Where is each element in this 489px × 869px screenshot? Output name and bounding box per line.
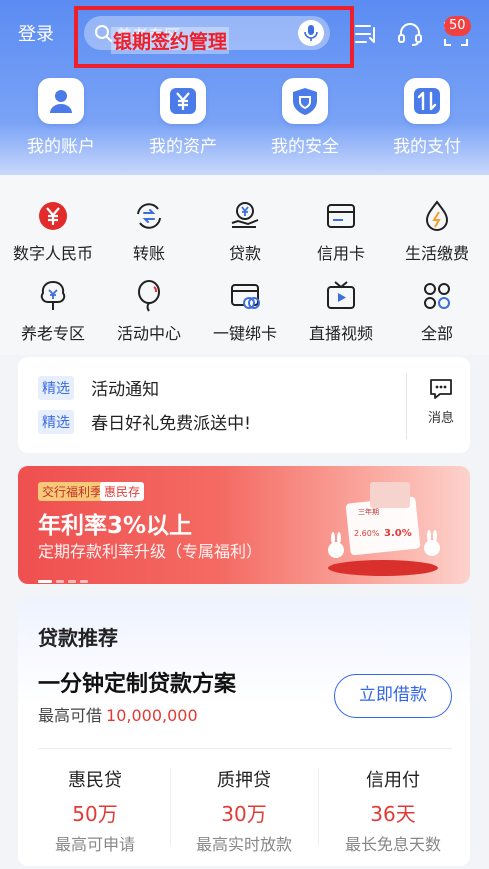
notice-text: 活动通知: [91, 380, 160, 400]
header: 登录 养老专区 银期签约管理 我的账户 我的资产 我的安全 我的支付: [0, 0, 489, 175]
loan-product-name: 惠民贷: [68, 770, 122, 791]
loan-product-desc: 最长免息天数: [344, 835, 441, 854]
divider: [38, 748, 452, 749]
loan-section-title: 贷款推荐: [38, 626, 118, 650]
all-icon: [424, 283, 450, 309]
yen-icon: [170, 88, 196, 114]
bind-card-icon: [231, 284, 260, 309]
person-icon: [50, 90, 72, 113]
divider: [318, 768, 319, 846]
loan-headline: 一分钟定制贷款方案: [38, 672, 237, 697]
service-label: 信用卡: [316, 244, 365, 263]
action-icon-box: [404, 78, 450, 124]
action-icon-box: [160, 78, 206, 124]
service-label: 全部: [420, 324, 453, 343]
service-label: 贷款: [228, 244, 261, 263]
art-label: 三年期: [358, 507, 379, 516]
transfer-icon: [137, 203, 161, 229]
action-my-payment[interactable]: 我的支付: [372, 78, 482, 157]
banner-tag: 惠民存: [100, 482, 145, 501]
loan-card: 贷款推荐 一分钟定制贷款方案 最高可借 10,000,000 立即借款 惠民贷 5…: [18, 598, 470, 866]
art-rate: 2.60%: [354, 529, 380, 538]
main-actions: 我的账户 我的资产 我的安全 我的支付: [0, 78, 489, 158]
service-label: 一键绑卡: [212, 324, 277, 343]
login-button[interactable]: 登录: [18, 20, 54, 46]
utility-icon: [425, 200, 449, 231]
scan-transfer-icon[interactable]: [352, 20, 380, 48]
service-label: 转账: [132, 244, 165, 263]
action-icon-box: [282, 78, 328, 124]
services-grid: 数字人民币 转账 贷款 信用卡 生活缴费 养老专区 活动中心 一键绑卡 直播视频…: [0, 175, 489, 355]
loan-product-value: 30万: [221, 802, 267, 826]
loan-product-value: 50万: [72, 802, 118, 826]
service-label: 数字人民币: [12, 244, 93, 263]
service-transfer[interactable]: 转账: [100, 199, 198, 264]
notice-tag: 精选: [38, 409, 74, 434]
borrow-now-button[interactable]: 立即借款: [334, 674, 452, 718]
art-rate: 3.0%: [384, 528, 412, 539]
action-label: 我的账户: [27, 137, 95, 157]
loan-product-desc: 最高实时放款: [195, 835, 292, 854]
loan-product-value: 36天: [370, 802, 416, 826]
promo-banner[interactable]: 交行福利季 惠民存 年利率3%以上 定期存款利率升级（专属福利） 三年期 2.6…: [18, 466, 470, 584]
service-label: 活动中心: [116, 324, 181, 343]
balloon-icon: [138, 280, 160, 312]
loan-limit-value: 10,000,000: [106, 706, 198, 725]
divider: [406, 373, 407, 439]
message-label: 消息: [427, 411, 454, 426]
banner-subtitle: 定期存款利率升级（专属福利）: [38, 542, 263, 561]
highlight-label: 银期签约管理: [111, 27, 230, 54]
loan-limit: 最高可借 10,000,000: [38, 702, 198, 726]
message-button[interactable]: 消息: [418, 377, 464, 426]
loan-product-name: 质押贷: [217, 770, 271, 791]
service-all[interactable]: 全部: [388, 279, 486, 344]
notice-tag: 精选: [38, 375, 74, 400]
notice-text: 春日好礼免费派送中!: [91, 414, 251, 434]
message-icon: [430, 379, 452, 399]
service-credit-card[interactable]: 信用卡: [292, 199, 390, 264]
loan-product-pledge[interactable]: 质押贷 30万 最高实时放款: [179, 766, 309, 855]
service-live-video[interactable]: 直播视频: [292, 279, 390, 344]
divider: [170, 768, 171, 846]
action-label: 我的安全: [271, 137, 339, 157]
headset-icon[interactable]: [396, 20, 424, 48]
banner-tag: 交行福利季: [38, 482, 107, 501]
loan-product-name: 信用付: [366, 770, 420, 791]
service-bind-card[interactable]: 一键绑卡: [196, 279, 294, 344]
credit-card-icon: [327, 204, 355, 228]
loan-icon: [231, 202, 259, 228]
service-label: 直播视频: [308, 324, 373, 343]
action-my-account[interactable]: 我的账户: [6, 78, 116, 157]
carousel-indicator: [38, 568, 92, 584]
action-my-security[interactable]: 我的安全: [250, 78, 360, 157]
notice-item[interactable]: 精选 活动通知: [38, 375, 160, 400]
action-my-assets[interactable]: 我的资产: [128, 78, 238, 157]
notice-item[interactable]: 精选 春日好礼免费派送中!: [38, 409, 251, 434]
transfer-arrows-icon: [414, 88, 440, 114]
service-utility[interactable]: 生活缴费: [388, 199, 486, 264]
action-icon-box: [38, 78, 84, 124]
action-label: 我的资产: [149, 137, 217, 157]
loan-product-desc: 最高可申请: [54, 835, 135, 854]
service-digital-rmb[interactable]: 数字人民币: [4, 199, 102, 264]
deposit-illustration: 三年期 2.60% 3.0%: [328, 482, 440, 576]
pension-icon: [40, 280, 66, 310]
message-badge: 50: [444, 16, 471, 36]
loan-limit-label: 最高可借: [38, 706, 103, 725]
service-label: 养老专区: [20, 324, 85, 343]
banner-title: 年利率3%以上: [38, 513, 193, 539]
live-video-icon: [327, 281, 355, 309]
action-label: 我的支付: [393, 137, 461, 157]
service-activity-center[interactable]: 活动中心: [100, 279, 198, 344]
loan-product-huiminda[interactable]: 惠民贷 50万 最高可申请: [30, 766, 160, 855]
service-pension[interactable]: 养老专区: [4, 279, 102, 344]
digital-rmb-icon: [39, 202, 67, 230]
shield-icon: [293, 88, 317, 115]
service-label: 生活缴费: [404, 244, 469, 263]
service-loan[interactable]: 贷款: [196, 199, 294, 264]
notice-card: 精选 活动通知 精选 春日好礼免费派送中! 消息: [18, 357, 470, 453]
loan-product-credit-pay[interactable]: 信用付 36天 最长免息天数: [328, 766, 458, 855]
